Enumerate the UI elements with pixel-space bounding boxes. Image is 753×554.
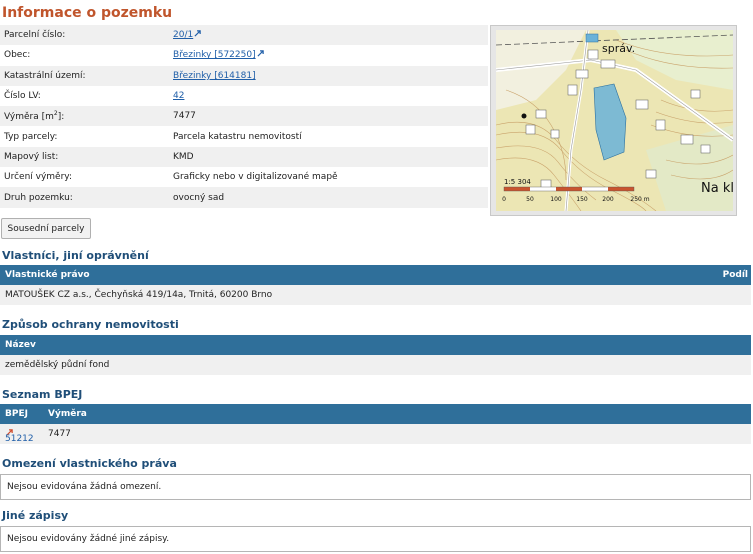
area-determination-value: Graficky nebo v digitalizované mapě bbox=[173, 172, 338, 183]
info-row-map-sheet: Mapový list: KMD bbox=[0, 146, 488, 168]
map-label-nak: Na kl bbox=[701, 181, 733, 196]
bpej-table-header: BPEJ Výměra bbox=[0, 404, 751, 424]
col-bpej: BPEJ bbox=[5, 409, 28, 419]
info-row-cadastral: Katastrální území: Březinky [614181] bbox=[0, 65, 488, 86]
lv-link[interactable]: 42 bbox=[173, 91, 184, 101]
map-sheet-label: Mapový list: bbox=[4, 151, 59, 162]
map-sheet-value: KMD bbox=[173, 151, 194, 162]
info-row-parcel-type: Typ parcely: Parcela katastru nemovitost… bbox=[0, 126, 488, 147]
col-ownership-right: Vlastnické právo bbox=[5, 270, 90, 280]
bpej-table-row: 51212 7477 bbox=[0, 424, 751, 444]
parcel-info-table: Parcelní číslo: 20/1 Obec: Březinky [572… bbox=[0, 25, 488, 208]
other-entries-section-title: Jiné zápisy bbox=[2, 509, 69, 522]
external-link-icon bbox=[257, 50, 264, 57]
info-row-lv: Číslo LV: 42 bbox=[0, 85, 488, 107]
map-scale-tick: 150 bbox=[576, 196, 588, 203]
bpej-area: 7477 bbox=[48, 429, 71, 439]
bpej-section-title: Seznam BPEJ bbox=[2, 388, 83, 401]
map-label-sprav: správ. bbox=[602, 42, 635, 55]
restrictions-section-title: Omezení vlastnického práva bbox=[2, 457, 177, 470]
parcel-number-link[interactable]: 20/1 bbox=[173, 30, 201, 40]
info-row-area: Výměra [m2]: 7477 bbox=[0, 106, 488, 127]
page-title: Informace o pozemku bbox=[2, 5, 173, 21]
parcel-number-label: Parcelní číslo: bbox=[4, 30, 66, 41]
parcel-type-label: Typ parcely: bbox=[4, 131, 58, 142]
map-scale-bar bbox=[503, 186, 635, 192]
protection-table-header: Název bbox=[0, 335, 751, 355]
external-link-icon bbox=[194, 30, 201, 37]
protection-table-row: zemědělský půdní fond bbox=[0, 355, 751, 375]
cadastral-label: Katastrální území: bbox=[4, 70, 86, 81]
owner-entry: MATOUŠEK CZ a.s., Čechyňská 419/14a, Trn… bbox=[5, 290, 273, 300]
cadastral-map[interactable]: správ. Na kl 1:5 304 0 50 100 150 200 25… bbox=[496, 30, 733, 211]
other-entries-box: Nejsou evidovány žádné jiné zápisy. bbox=[0, 526, 751, 552]
map-scale-ratio: 1:5 304 bbox=[504, 178, 531, 186]
municipality-label: Obec: bbox=[4, 50, 31, 61]
land-type-label: Druh pozemku: bbox=[4, 192, 73, 203]
map-scale-tick: 100 bbox=[550, 196, 562, 203]
restrictions-box: Nejsou evidována žádná omezení. bbox=[0, 474, 751, 500]
parcel-type-value: Parcela katastru nemovitostí bbox=[173, 131, 302, 142]
bpej-code-link[interactable]: 51212 bbox=[5, 429, 34, 444]
info-row-municipality: Obec: Březinky [572250] bbox=[0, 45, 488, 66]
owners-section-title: Vlastníci, jiní oprávnění bbox=[2, 249, 149, 262]
map-preview[interactable]: správ. Na kl 1:5 304 0 50 100 150 200 25… bbox=[490, 25, 737, 216]
col-area: Výměra bbox=[48, 409, 87, 419]
restrictions-text: Nejsou evidována žádná omezení. bbox=[7, 482, 162, 492]
other-entries-text: Nejsou evidovány žádné jiné zápisy. bbox=[7, 534, 170, 544]
neighbor-parcels-button[interactable]: Sousední parcely bbox=[1, 218, 91, 239]
owners-table-header: Vlastnické právo Podíl bbox=[0, 265, 751, 285]
map-scale-tick: 200 bbox=[602, 196, 614, 203]
col-name: Název bbox=[5, 340, 36, 350]
lv-label: Číslo LV: bbox=[4, 91, 41, 102]
owners-table-row: MATOUŠEK CZ a.s., Čechyňská 419/14a, Trn… bbox=[0, 285, 751, 305]
info-row-area-determination: Určení výměry: Graficky nebo v digitaliz… bbox=[0, 167, 488, 188]
protection-section-title: Způsob ochrany nemovitosti bbox=[2, 318, 179, 331]
area-value: 7477 bbox=[173, 111, 196, 122]
land-type-value: ovocný sad bbox=[173, 192, 225, 203]
map-scale-tick: 50 bbox=[526, 196, 534, 203]
area-label: Výměra [m2]: bbox=[4, 110, 65, 123]
protection-entry: zemědělský půdní fond bbox=[5, 360, 110, 370]
area-determination-label: Určení výměry: bbox=[4, 172, 73, 183]
map-scale-tick: 250 m bbox=[630, 196, 649, 203]
info-row-land-type: Druh pozemku: ovocný sad bbox=[0, 187, 488, 208]
cadastral-link[interactable]: Březinky [614181] bbox=[173, 71, 256, 81]
municipality-link[interactable]: Březinky [572250] bbox=[173, 50, 264, 60]
info-row-parcel-number: Parcelní číslo: 20/1 bbox=[0, 25, 488, 46]
col-share: Podíl bbox=[722, 270, 748, 280]
map-scale-tick: 0 bbox=[502, 196, 506, 203]
